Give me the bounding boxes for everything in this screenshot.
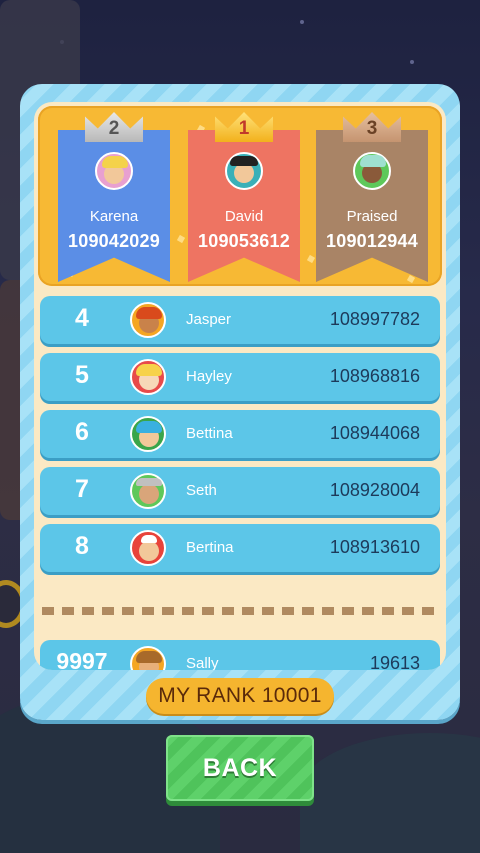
avatar-bettina-icon xyxy=(130,416,166,452)
podium-third-score: 109012944 xyxy=(326,231,418,251)
back-button[interactable]: BACK xyxy=(166,735,314,801)
row-name: Bertina xyxy=(186,539,234,556)
row-rank: 6 xyxy=(75,418,89,446)
row-score: 108944068 xyxy=(329,423,420,443)
leaderboard-row: 8 Bertina 108913610 xyxy=(40,524,440,572)
leaderboard-panel: 2 Karena 109042029 1 David 109053612 3 P… xyxy=(20,84,460,720)
row-score: 19613 xyxy=(369,653,420,670)
row-score: 108913610 xyxy=(329,537,420,557)
bronze-crown-icon: 3 xyxy=(343,112,401,142)
row-name: Jasper xyxy=(186,311,232,328)
row-rank: 8 xyxy=(75,532,89,560)
avatar-karena-icon xyxy=(95,152,133,190)
avatar-bertina-icon xyxy=(130,530,166,566)
row-name: Bettina xyxy=(186,425,233,442)
row-score: 108928004 xyxy=(329,480,420,500)
row-score: 108997782 xyxy=(329,309,420,329)
avatar-sally-icon xyxy=(130,646,166,670)
gold-crown-icon: 1 xyxy=(215,112,273,142)
my-rank-badge: MY RANK 10001 xyxy=(146,678,334,714)
leaderboard-row: 5 Hayley 108968816 xyxy=(40,353,440,401)
avatar-david-icon xyxy=(225,152,263,190)
row-name: Sally xyxy=(186,655,219,670)
leaderboard-row: 6 Bettina 108944068 xyxy=(40,410,440,458)
row-rank: 7 xyxy=(75,475,89,503)
avatar-jasper-icon xyxy=(130,302,166,338)
avatar-hayley-icon xyxy=(130,359,166,395)
podium-second-score: 109042029 xyxy=(68,231,160,251)
leaderboard-list: 2 Karena 109042029 1 David 109053612 3 P… xyxy=(34,102,446,670)
leaderboard-row: 4 Jasper 108997782 xyxy=(40,296,440,344)
row-rank: 4 xyxy=(75,304,89,332)
silver-crown-icon: 2 xyxy=(85,112,143,142)
podium-second-name: Karena xyxy=(89,208,139,225)
my-leaderboard-row: 9997 Sally 19613 xyxy=(40,640,440,670)
podium-first-score: 109053612 xyxy=(198,231,290,251)
row-rank: 9997 xyxy=(56,648,108,670)
avatar-seth-icon xyxy=(130,473,166,509)
podium-third-name: Praised xyxy=(346,208,398,225)
podium-first-name: David xyxy=(224,208,264,225)
avatar-praised-icon xyxy=(353,152,391,190)
row-score: 108968816 xyxy=(329,366,420,386)
leaderboard-row: 7 Seth 108928004 xyxy=(40,467,440,515)
row-rank: 5 xyxy=(75,361,89,389)
row-name: Seth xyxy=(186,482,217,499)
rank-gap-divider xyxy=(42,607,438,615)
top-three-podium: 2 Karena 109042029 1 David 109053612 3 P… xyxy=(38,106,442,286)
row-name: Hayley xyxy=(186,368,232,385)
